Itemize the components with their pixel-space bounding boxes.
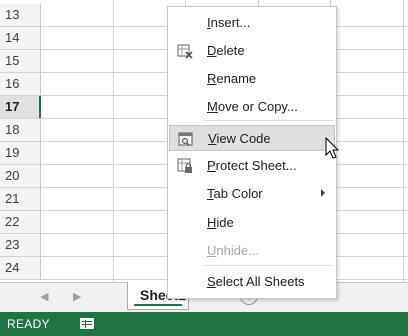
menu-separator	[203, 265, 333, 266]
sheet-context-menu: Insert... Delete Rename Move or Copy... View…	[167, 6, 337, 299]
protect-sheet-icon	[177, 158, 193, 174]
menu-item-hide[interactable]: Hide	[169, 210, 335, 236]
menu-item-rename[interactable]: Rename	[169, 66, 335, 92]
macro-recording-icon[interactable]	[80, 318, 94, 329]
status-ready: READY	[7, 317, 50, 331]
label-text: elect All Sheets	[215, 274, 305, 289]
row-header[interactable]: 22	[0, 211, 41, 233]
menu-separator	[203, 120, 333, 121]
view-code-icon	[178, 131, 194, 147]
menu-item-unhide: Unhide...	[169, 238, 335, 264]
label-text: ab Color	[213, 186, 263, 201]
menu-item-label: Delete	[207, 43, 245, 58]
access-key: S	[207, 274, 216, 289]
menu-item-view-code[interactable]: View Code	[169, 125, 335, 151]
label-text: ename	[216, 71, 257, 86]
label-text: elete	[216, 43, 245, 58]
menu-item-protect-sheet[interactable]: Protect Sheet...	[169, 153, 335, 179]
menu-item-label: Protect Sheet...	[207, 158, 297, 173]
row-header[interactable]: 23	[0, 234, 41, 256]
mouse-pointer-icon	[325, 137, 340, 159]
label-text: ide	[216, 215, 234, 230]
access-key: U	[207, 243, 217, 258]
menu-item-tab-color[interactable]: Tab Color	[169, 181, 335, 207]
row-header[interactable]: 20	[0, 165, 41, 187]
row-header[interactable]: 19	[0, 142, 41, 164]
scroll-right-icon[interactable]: ▶	[73, 290, 81, 303]
row-header[interactable]: 18	[0, 119, 41, 141]
label-text: rotect Sheet...	[215, 158, 297, 173]
menu-item-insert[interactable]: Insert...	[169, 10, 335, 36]
label-text: ove or Copy...	[217, 99, 298, 114]
row-header[interactable]: 15	[0, 50, 41, 72]
menu-item-label: Insert...	[207, 15, 250, 30]
label-text: nhide...	[216, 243, 260, 258]
access-key: M	[207, 99, 218, 114]
row-header[interactable]: 13	[0, 4, 41, 26]
access-key: D	[207, 43, 217, 58]
menu-item-move-or-copy[interactable]: Move or Copy...	[169, 94, 335, 120]
row-header[interactable]: 24	[0, 257, 41, 279]
menu-item-label: Rename	[207, 71, 256, 86]
access-key: R	[207, 71, 217, 86]
scroll-left-icon[interactable]: ◀	[40, 290, 48, 303]
row-header[interactable]: 14	[0, 27, 41, 49]
label-text: nsert...	[210, 15, 251, 30]
menu-item-select-all-sheets[interactable]: Select All Sheets	[169, 269, 335, 295]
status-bar: READY	[0, 312, 408, 336]
row-header[interactable]: 17	[0, 96, 41, 118]
menu-item-label: Unhide...	[207, 243, 259, 258]
row-header[interactable]: 21	[0, 188, 41, 210]
menu-item-label: View Code	[208, 131, 271, 146]
menu-item-delete[interactable]: Delete	[169, 38, 335, 64]
access-key: P	[207, 158, 216, 173]
menu-item-label: Tab Color	[207, 186, 263, 201]
label-text: iew Code	[216, 131, 271, 146]
row-header[interactable]: 16	[0, 73, 41, 95]
delete-sheet-icon	[177, 43, 193, 59]
menu-item-label: Select All Sheets	[207, 274, 305, 289]
menu-item-label: Move or Copy...	[207, 99, 298, 114]
access-key: H	[207, 215, 217, 230]
menu-item-label: Hide	[207, 215, 234, 230]
submenu-arrow-icon	[321, 189, 325, 197]
active-tab-underline	[134, 304, 182, 306]
